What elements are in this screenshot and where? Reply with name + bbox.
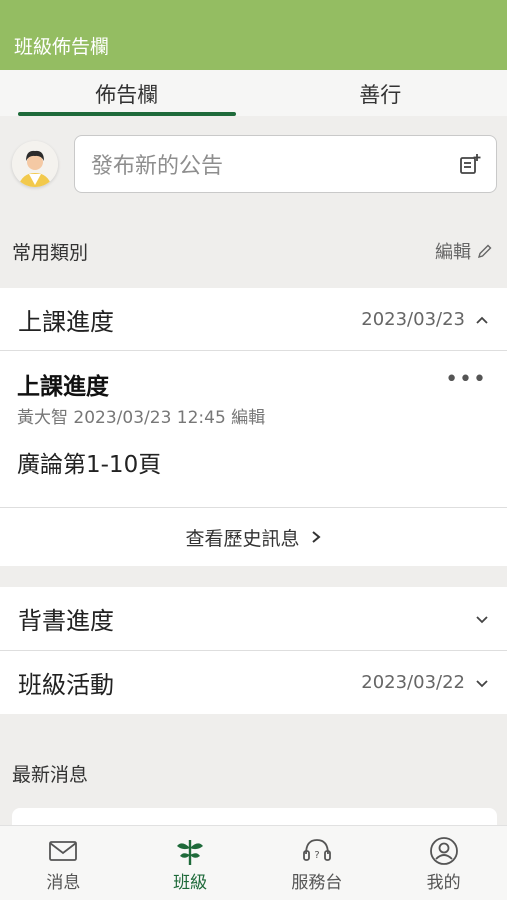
latest-news-header: 最新消息 <box>0 760 507 790</box>
chevron-up-icon[interactable] <box>475 313 489 327</box>
new-post-icon[interactable] <box>458 152 482 176</box>
post-body: 廣論第1-10頁 <box>17 452 162 478</box>
nav-label: 服務台 <box>291 873 343 893</box>
chevron-down-icon[interactable] <box>475 676 489 690</box>
nav-label: 消息 <box>46 873 81 893</box>
nav-class[interactable]: 班級 <box>127 826 254 900</box>
nav-messages[interactable]: 消息 <box>0 826 127 900</box>
bottom-nav: 消息 班級 ? 服務台 我的 <box>0 825 507 900</box>
history-label: 查看歷史訊息 <box>185 527 300 550</box>
tab-label: 佈告欄 <box>95 83 159 107</box>
nav-mine[interactable]: 我的 <box>380 826 507 900</box>
edit-label: 編輯 <box>435 242 471 263</box>
nav-label: 我的 <box>426 873 461 893</box>
category-label: 背書進度 <box>18 607 114 635</box>
page-title: 班級佈告欄 <box>14 36 110 58</box>
tab-label: 善行 <box>359 83 402 107</box>
new-post-placeholder: 發布新的公告 <box>91 154 224 179</box>
pencil-icon <box>477 244 492 259</box>
envelope-icon <box>49 841 78 861</box>
tab-bar: 佈告欄 善行 <box>0 70 507 116</box>
post-meta: 黃大智 2023/03/23 12:45 編輯 <box>17 408 266 428</box>
view-history-button[interactable]: 查看歷史訊息 <box>0 508 507 566</box>
chevron-right-icon <box>311 531 321 543</box>
more-options-button[interactable]: ••• <box>445 367 487 392</box>
nav-label: 班級 <box>173 873 208 893</box>
category-date: 2023/03/22 <box>361 672 465 693</box>
headset-icon: ? <box>302 839 331 861</box>
avatar[interactable] <box>12 141 58 187</box>
category-row-class-activities[interactable]: 班級活動 2023/03/22 <box>0 651 507 714</box>
category-date: 2023/03/23 <box>361 309 465 330</box>
category-row-class-progress[interactable]: 上課進度 2023/03/23 <box>0 288 507 351</box>
sprout-icon <box>177 840 204 865</box>
category-row-recitation-progress[interactable]: 背書進度 <box>0 587 507 650</box>
chevron-down-icon[interactable] <box>475 612 489 626</box>
category-label: 班級活動 <box>18 671 114 699</box>
app-header: 班級佈告欄 <box>0 0 507 70</box>
tab-good-deeds[interactable]: 善行 <box>254 70 507 116</box>
common-categories-header: 常用類別 編輯 <box>0 238 507 268</box>
section-title: 最新消息 <box>12 764 89 786</box>
user-avatar-icon <box>12 141 58 187</box>
nav-service-desk[interactable]: ? 服務台 <box>254 826 381 900</box>
post-title: 上課進度 <box>17 374 109 400</box>
expanded-post-card: 上課進度 ••• 黃大智 2023/03/23 12:45 編輯 廣論第1-10… <box>0 351 507 507</box>
new-post-input[interactable]: 發布新的公告 <box>74 135 497 193</box>
section-title: 常用類別 <box>12 242 89 264</box>
post-composer: 發布新的公告 <box>0 116 507 210</box>
edit-categories-button[interactable]: 編輯 <box>435 238 493 264</box>
tab-bulletin[interactable]: 佈告欄 <box>0 70 254 116</box>
category-label: 上課進度 <box>18 308 114 336</box>
svg-text:?: ? <box>314 850 319 861</box>
profile-icon <box>429 837 458 865</box>
